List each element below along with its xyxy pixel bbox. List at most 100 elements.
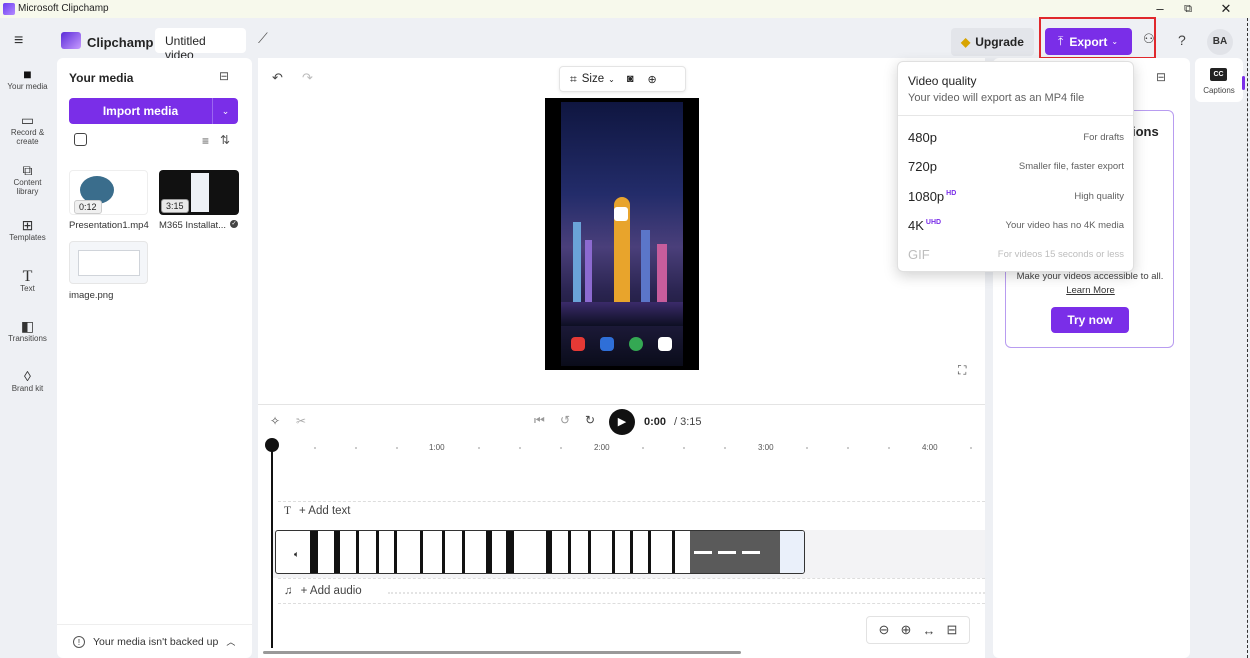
- quality-label: GIF: [908, 246, 930, 262]
- quality-option-4k[interactable]: 4K UHD Your video has no 4K media: [908, 215, 1124, 235]
- transitions-icon: ◧: [20, 318, 35, 334]
- media-panel: Your media ⊟ Import media ⌄ ≡ ⇅ 0:12 Pre…: [57, 58, 252, 658]
- zoom-out-icon[interactable]: ⊖: [879, 622, 890, 638]
- magic-wand-off-icon[interactable]: ⟋: [258, 30, 268, 47]
- folder-icon: ■: [23, 66, 32, 82]
- fullscreen-icon[interactable]: ⛶: [958, 363, 966, 378]
- captions-toggle-icon[interactable]: ⊟: [947, 622, 958, 638]
- add-overlay-icon[interactable]: ⊕: [648, 73, 657, 86]
- skip-back-icon[interactable]: ⏮: [534, 413, 545, 428]
- current-time: 0:00: [644, 416, 667, 428]
- timeline-tick: 4:00: [922, 443, 938, 452]
- sidebar-item-label: Record & create: [10, 128, 45, 146]
- sidebar: ■ Your media ▭ Record & create ⧉ Content…: [0, 64, 55, 658]
- rewind-5-icon[interactable]: ↺: [560, 413, 570, 427]
- add-text-label: + Add text: [299, 505, 351, 517]
- project-title-input[interactable]: Untitled video: [155, 28, 246, 62]
- collapse-panel-icon[interactable]: ⊟: [1156, 70, 1166, 84]
- try-now-button[interactable]: Try now: [1051, 307, 1129, 333]
- quality-description: Smaller file, faster export: [1018, 160, 1124, 172]
- quality-option-720p[interactable]: 720p Smaller file, faster export: [908, 156, 1124, 176]
- timeline-tick: 3:00: [758, 443, 774, 452]
- quality-option-gif[interactable]: GIF For videos 15 seconds or less: [908, 244, 1124, 264]
- zoom-in-icon[interactable]: ⊕: [901, 622, 912, 638]
- filter-icon[interactable]: ≡: [202, 134, 209, 148]
- sidebar-item-templates[interactable]: ⊞ Templates: [0, 218, 55, 242]
- avatar[interactable]: BA: [1207, 29, 1233, 55]
- media-panel-title: Your media: [69, 71, 134, 85]
- magic-tools-icon[interactable]: ✧: [270, 414, 280, 428]
- quality-option-1080p[interactable]: 1080p HD High quality: [908, 186, 1124, 206]
- brand-name: Clipchamp: [87, 35, 154, 50]
- sidebar-item-label: Content library: [13, 178, 42, 196]
- size-button[interactable]: Size: [582, 73, 604, 85]
- import-media-button[interactable]: Import media ⌄: [69, 98, 238, 124]
- sort-icon[interactable]: ⇅: [220, 133, 230, 147]
- quality-label: 1080p: [908, 188, 945, 204]
- phone-screen: [561, 102, 683, 366]
- zoom-controls: ⊖ ⊕ ↔ ⊟: [866, 616, 970, 644]
- video-preview[interactable]: [545, 98, 699, 370]
- captions-tab[interactable]: CC Captions: [1195, 58, 1243, 102]
- chevron-down-icon: ⌄: [608, 74, 615, 84]
- menu-subheading: Your video will export as an MP4 file: [908, 92, 1085, 104]
- add-audio-track[interactable]: ♫ + Add audio: [284, 585, 362, 597]
- close-button[interactable]: ✕: [1216, 1, 1236, 17]
- help-icon[interactable]: ?: [1178, 32, 1186, 48]
- active-tab-indicator: [1242, 76, 1245, 90]
- add-audio-label: + Add audio: [300, 585, 362, 597]
- sidebar-item-content-library[interactable]: ⧉ Content library: [0, 163, 55, 196]
- media-thumbnail[interactable]: 0:12: [69, 170, 148, 215]
- import-media-label: Import media: [102, 104, 179, 118]
- minimize-button[interactable]: –: [1150, 1, 1170, 16]
- media-filename: image.png: [69, 290, 114, 301]
- media-thumbnail[interactable]: [69, 241, 148, 284]
- quality-label: 720p: [908, 158, 937, 174]
- video-clip[interactable]: 🔈︎: [275, 530, 805, 574]
- info-icon: !: [73, 635, 85, 648]
- sidebar-item-record-create[interactable]: ▭ Record & create: [0, 112, 55, 146]
- sidebar-item-label: Templates: [9, 233, 46, 242]
- collapse-panel-icon[interactable]: ⊟: [219, 69, 229, 83]
- add-text-track[interactable]: T + Add text: [284, 505, 351, 517]
- chevron-down-icon[interactable]: ⌄: [212, 98, 238, 124]
- undo-icon[interactable]: ↶: [272, 70, 283, 86]
- play-button[interactable]: ▶: [609, 409, 635, 435]
- preview-stage: ↶ ↷ ⌗ Size ⌄ ◙ ⊕ ⛶: [258, 58, 985, 404]
- media-thumbnail[interactable]: 3:15: [159, 170, 239, 215]
- sidebar-item-your-media[interactable]: ■ Your media: [0, 66, 55, 91]
- captions-tab-label: Captions: [1203, 86, 1235, 95]
- sidebar-item-label: Text: [20, 284, 35, 293]
- learn-more-link[interactable]: Learn More: [1006, 285, 1175, 296]
- sidebar-item-text[interactable]: T Text: [0, 269, 55, 294]
- fit-timeline-icon[interactable]: ↔: [922, 623, 935, 638]
- hamburger-menu-icon[interactable]: ≡: [14, 32, 23, 50]
- quality-label: 480p: [908, 129, 937, 145]
- volume-icon[interactable]: 🔈︎: [294, 549, 299, 560]
- quality-option-480p[interactable]: 480p For drafts: [908, 127, 1124, 147]
- playhead-line[interactable]: [271, 448, 273, 648]
- window-title: Microsoft Clipchamp: [18, 3, 109, 14]
- crop-size-icon: ⌗: [570, 71, 577, 86]
- captions-card-title: ions: [1132, 124, 1159, 139]
- select-all-checkbox[interactable]: [74, 133, 87, 146]
- redo-icon[interactable]: ↷: [302, 70, 313, 86]
- camera-icon: ▭: [20, 112, 35, 128]
- horizontal-scrollbar[interactable]: [263, 651, 741, 654]
- export-label: Export: [1069, 34, 1108, 49]
- export-button[interactable]: ⤒ Export ⌄: [1045, 28, 1132, 55]
- backup-notice[interactable]: ! Your media isn't backed up ︿: [57, 624, 252, 658]
- timeline-tick: 2:00: [594, 443, 610, 452]
- split-scissors-icon[interactable]: ✂: [296, 414, 306, 428]
- window-edge: [1247, 18, 1248, 658]
- upgrade-button[interactable]: ◆ Upgrade: [951, 28, 1034, 56]
- forward-5-icon[interactable]: ↻: [585, 413, 595, 427]
- sidebar-item-transitions[interactable]: ◧ Transitions: [0, 318, 55, 343]
- screenshot-icon[interactable]: ◙: [627, 73, 634, 85]
- quality-label: 4K: [908, 217, 924, 233]
- captions-cc-icon: CC: [1210, 68, 1227, 81]
- chevron-up-icon: ︿: [226, 637, 236, 647]
- sidebar-item-brand-kit[interactable]: ◊ Brand kit: [0, 369, 55, 393]
- restore-button[interactable]: ⧉: [1178, 3, 1198, 16]
- share-people-icon[interactable]: ⚇: [1143, 31, 1155, 47]
